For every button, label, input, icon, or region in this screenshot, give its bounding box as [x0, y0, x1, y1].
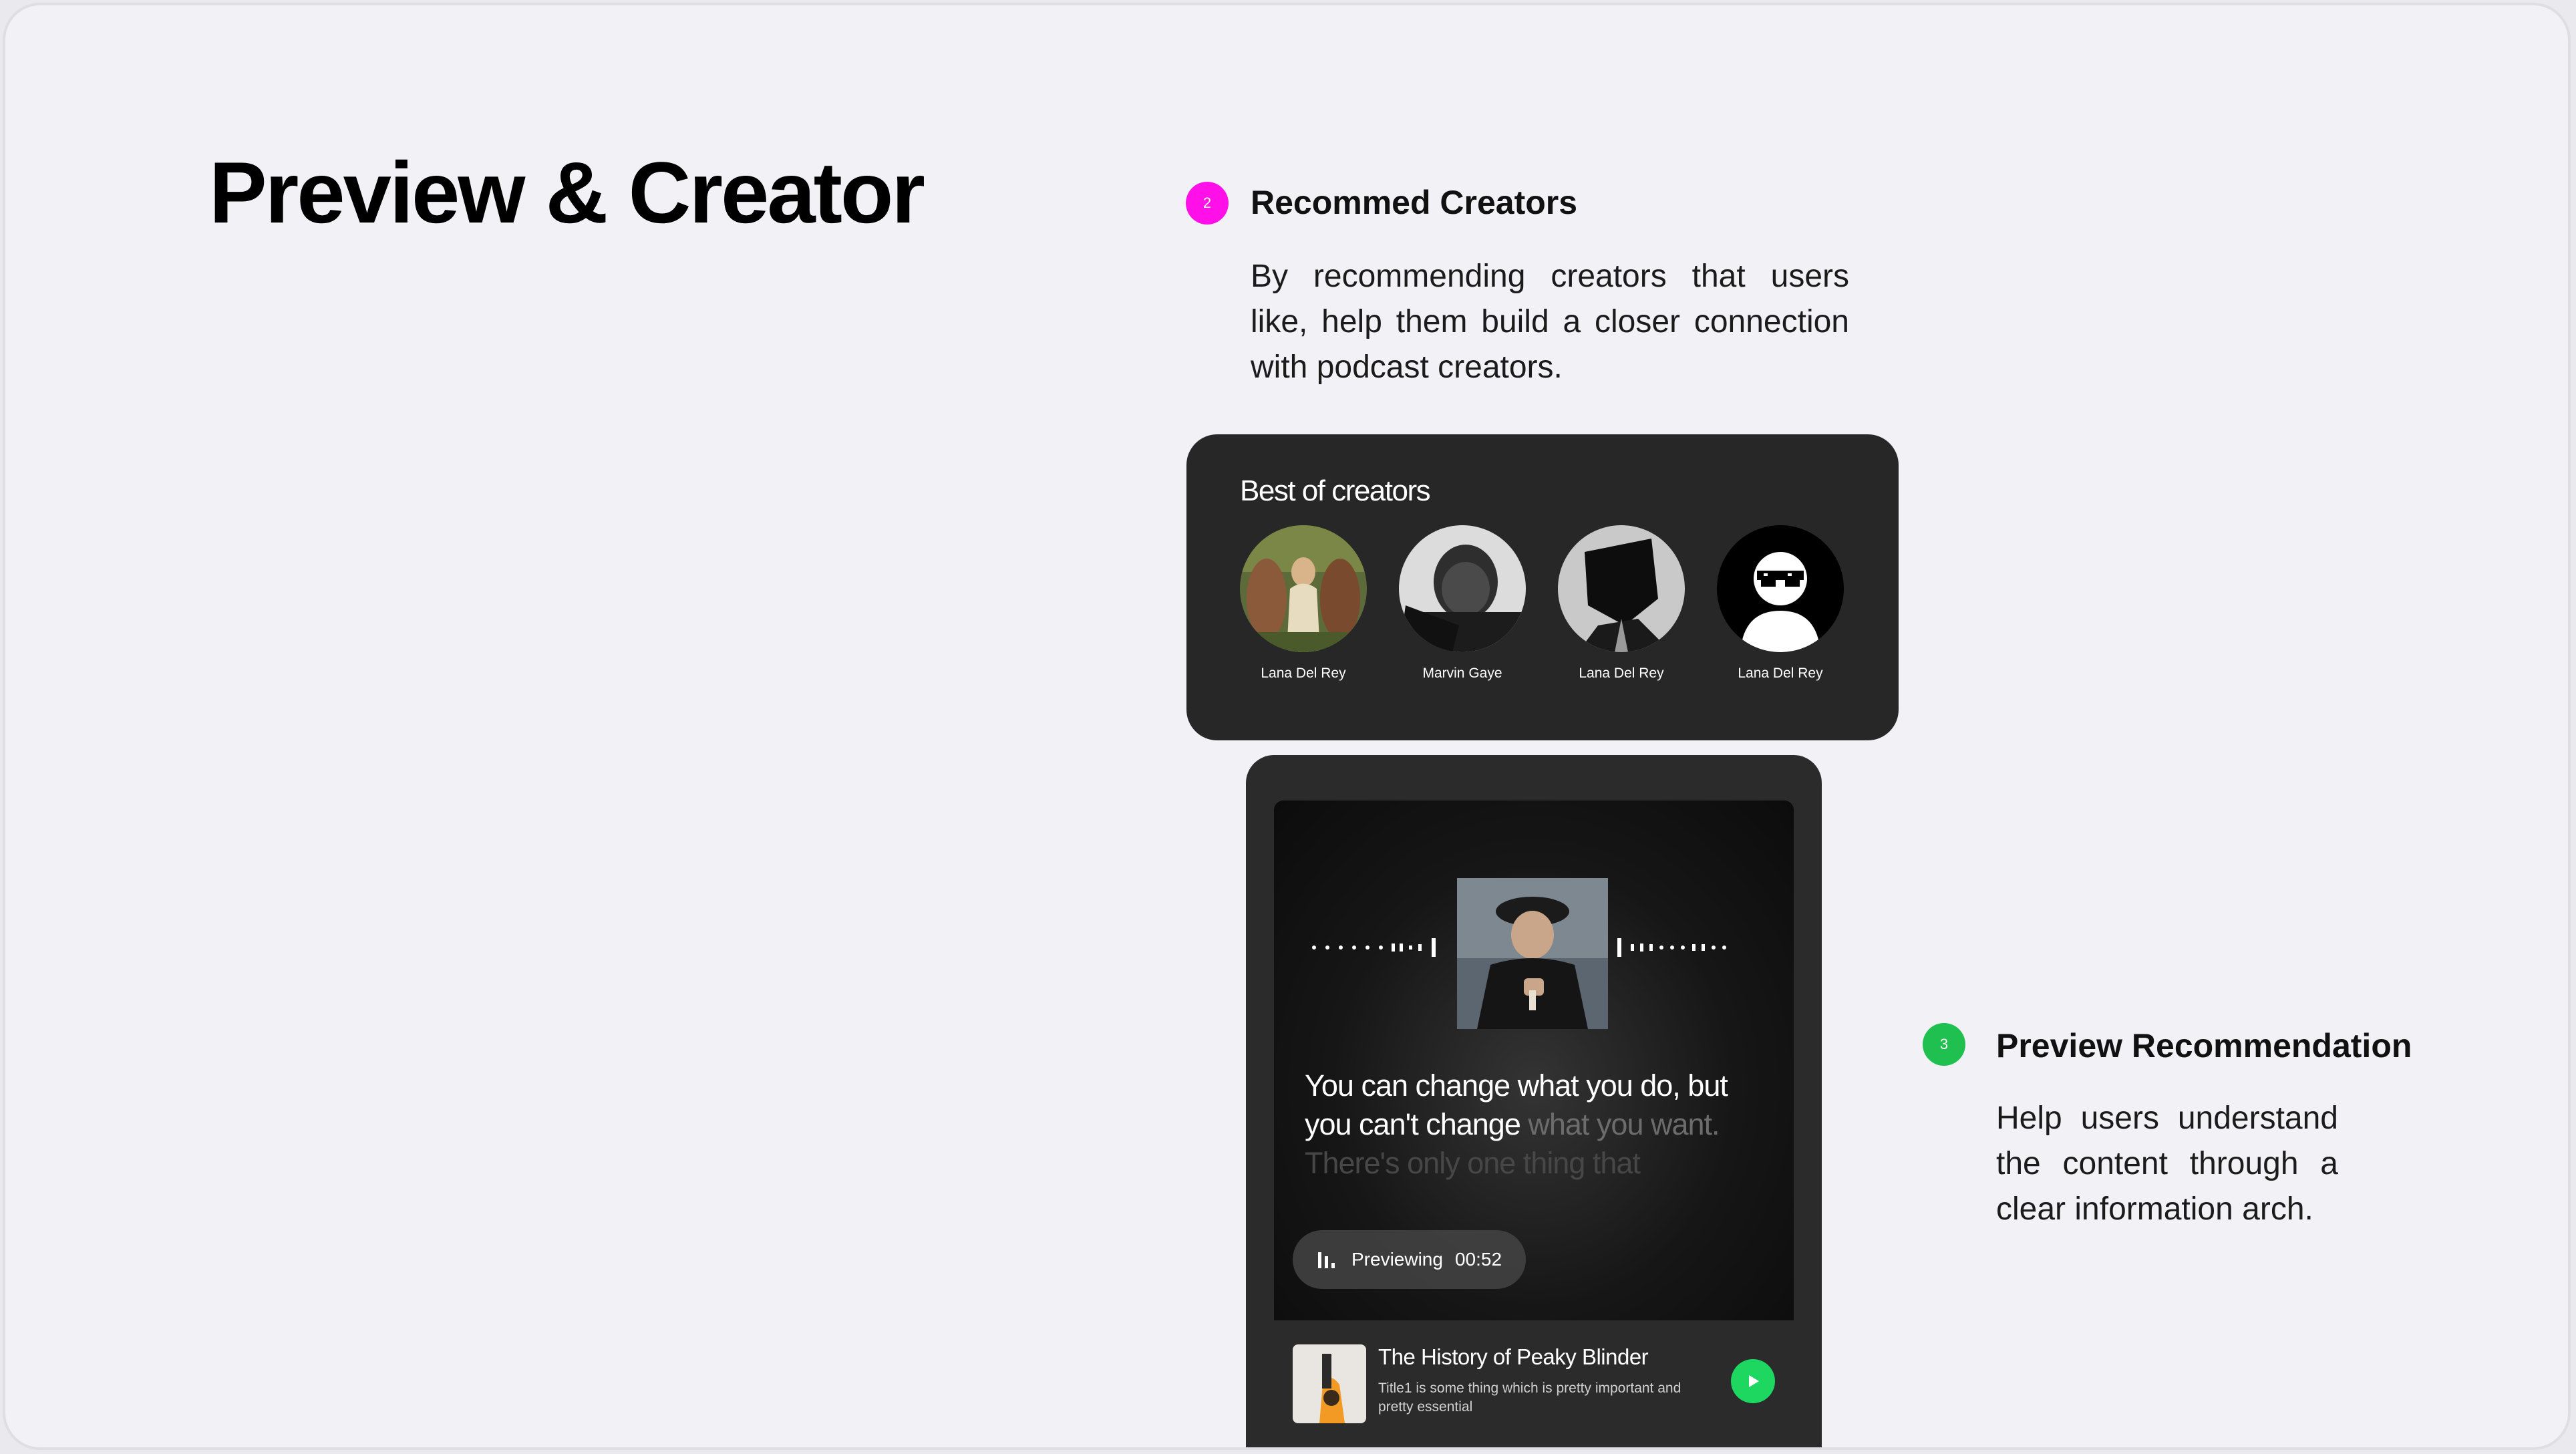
creator-name: Marvin Gaye — [1422, 666, 1502, 681]
episode-thumbnail — [1293, 1344, 1366, 1423]
episode-row[interactable]: The History of Peaky Blinder Title1 is s… — [1274, 1320, 1794, 1441]
quote-next: There's only one thing that — [1305, 1146, 1641, 1180]
creator-photo-mask — [1558, 525, 1685, 652]
step-3-badge: 3 — [1923, 1023, 1965, 1066]
creator-avatar[interactable] — [1558, 525, 1685, 652]
creator-avatar[interactable] — [1399, 525, 1526, 652]
waveform-right — [1617, 938, 1726, 957]
creator-photo-garden — [1240, 525, 1367, 652]
preview-time: 00:52 — [1454, 1249, 1502, 1270]
creator-item[interactable]: Marvin Gaye — [1399, 525, 1526, 682]
quote-upcoming: what you want. — [1528, 1107, 1720, 1141]
creator-name: Lana Del Rey — [1579, 666, 1664, 681]
waveform-left — [1312, 938, 1436, 957]
creator-photo-bw-man — [1399, 525, 1526, 652]
play-icon — [1749, 1375, 1759, 1387]
step-2-number: 2 — [1202, 194, 1212, 211]
creators-card-title: Best of creators — [1240, 474, 1431, 507]
previewing-label: Previewing — [1351, 1249, 1443, 1270]
preview-section-heading: Preview Recommendation — [1996, 1027, 2412, 1064]
creator-name: Lana Del Rey — [1261, 666, 1346, 681]
episode-thumbnail-art — [1293, 1344, 1366, 1423]
creator-name: Lana Del Rey — [1738, 666, 1823, 681]
creators-section-heading: Recommed Creators — [1251, 184, 1578, 221]
canvas-frame: Preview & Creator 2 Recommed Creators By… — [3, 3, 2571, 1450]
creator-item[interactable]: Lana Del Rey — [1717, 525, 1844, 682]
preview-section-body: Help users understand the content throug… — [1996, 1101, 2338, 1227]
creator-item[interactable]: Lana Del Rey — [1240, 525, 1367, 682]
episode-title: The History of Peaky Blinder — [1378, 1344, 1649, 1369]
creator-avatar[interactable] — [1240, 525, 1367, 652]
previewing-pill[interactable]: Previewing 00:52 — [1293, 1230, 1526, 1289]
preview-card: You can change what you do, but you can'… — [1246, 755, 1822, 1447]
transcript-quote: You can change what you do, but you can'… — [1305, 1066, 1772, 1183]
preview-media[interactable]: You can change what you do, but you can'… — [1274, 801, 1794, 1320]
step-3-number: 3 — [1939, 1036, 1949, 1052]
creator-avatar[interactable] — [1717, 525, 1844, 652]
equalizer-icon — [1318, 1252, 1335, 1268]
play-button[interactable] — [1731, 1359, 1775, 1403]
page-title: Preview & Creator — [209, 144, 925, 241]
cover-photo — [1457, 878, 1608, 1029]
creator-item[interactable]: Lana Del Rey — [1558, 525, 1685, 682]
step-2-badge: 2 — [1186, 182, 1229, 225]
creators-section-body: By recommending creators that users like… — [1251, 259, 1849, 385]
cool-avatar-icon — [1717, 525, 1844, 652]
best-of-creators-card: Best of creators Lana Del Rey Marvin Gay… — [1186, 434, 1899, 740]
episode-description: Title1 is some thing which is pretty imp… — [1378, 1380, 1681, 1415]
podcast-cover-art — [1457, 878, 1608, 1029]
